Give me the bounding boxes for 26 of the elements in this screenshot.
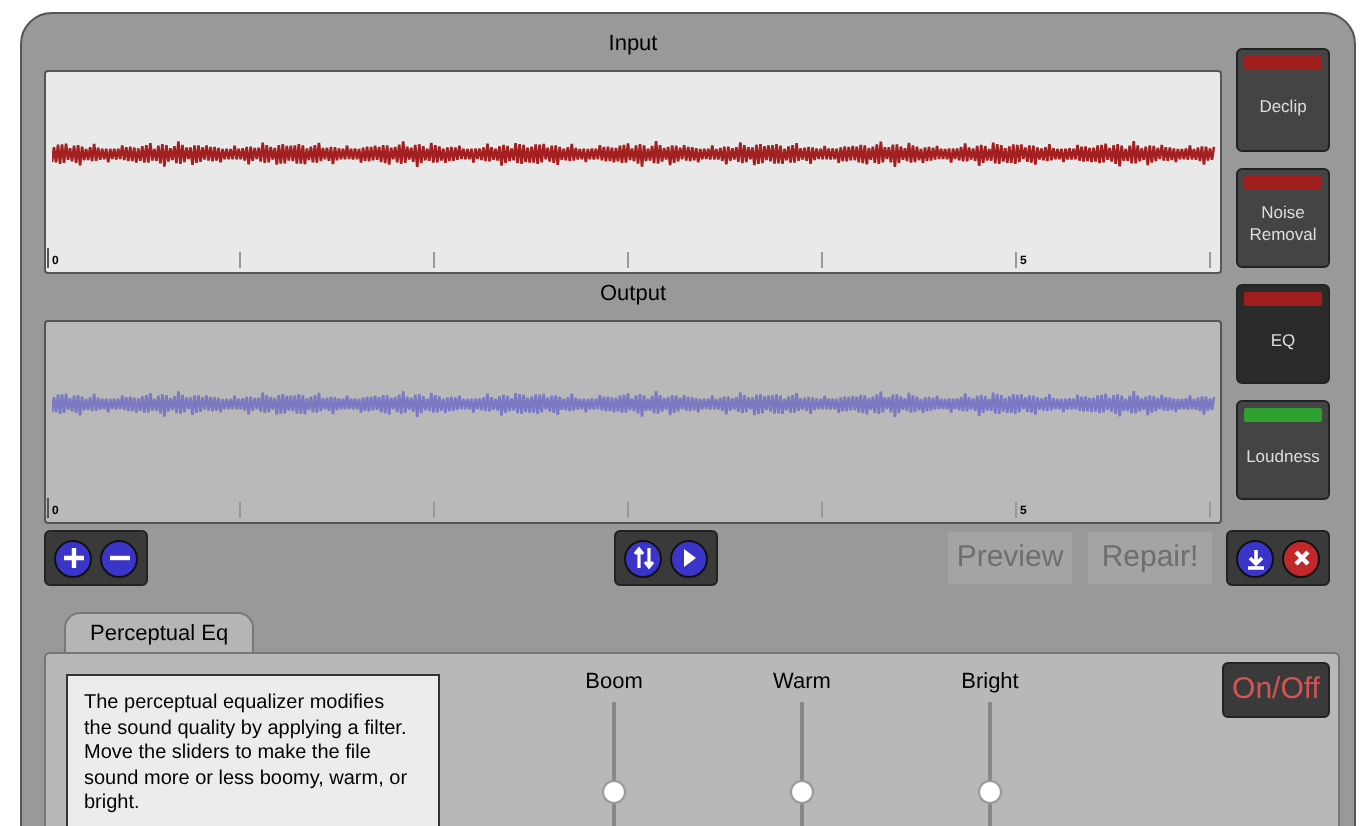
slider-thumb[interactable]	[978, 780, 1002, 804]
minus-icon	[107, 554, 131, 562]
panel-title: Output	[599, 280, 667, 308]
slider-thumb[interactable]	[790, 780, 814, 804]
effect-button[interactable]: Loudness	[1236, 400, 1330, 500]
play-button[interactable]	[670, 539, 708, 577]
effect-button[interactable]: EQ	[1236, 284, 1330, 384]
tab[interactable]: Perceptual Eq	[64, 612, 255, 654]
close-button[interactable]	[1282, 539, 1320, 577]
slider-label: Boom	[585, 670, 643, 696]
slider-label: Bright	[961, 670, 1019, 696]
download-button[interactable]	[1236, 539, 1274, 577]
effect-button[interactable]: Declip	[1236, 48, 1330, 152]
plus-button[interactable]	[54, 539, 92, 577]
play-icon	[681, 548, 697, 568]
swap-arrows-icon	[631, 546, 655, 570]
download-icon	[1245, 547, 1265, 569]
description-text: The perceptual equalizer modifies the sound quality by applying a filter. Move the sliders to make the file sound more or less boomy, warm, or bright.	[66, 674, 440, 826]
panel-title: Input	[608, 30, 658, 58]
slider-thumb[interactable]	[602, 780, 626, 804]
minus-button[interactable]	[100, 539, 138, 577]
effect-button[interactable]: Noise Removal	[1236, 168, 1330, 268]
plus-icon	[61, 546, 85, 570]
close-icon	[1293, 550, 1309, 566]
swap-arrows-button[interactable]	[624, 539, 662, 577]
slider-label: Warm	[773, 670, 831, 696]
